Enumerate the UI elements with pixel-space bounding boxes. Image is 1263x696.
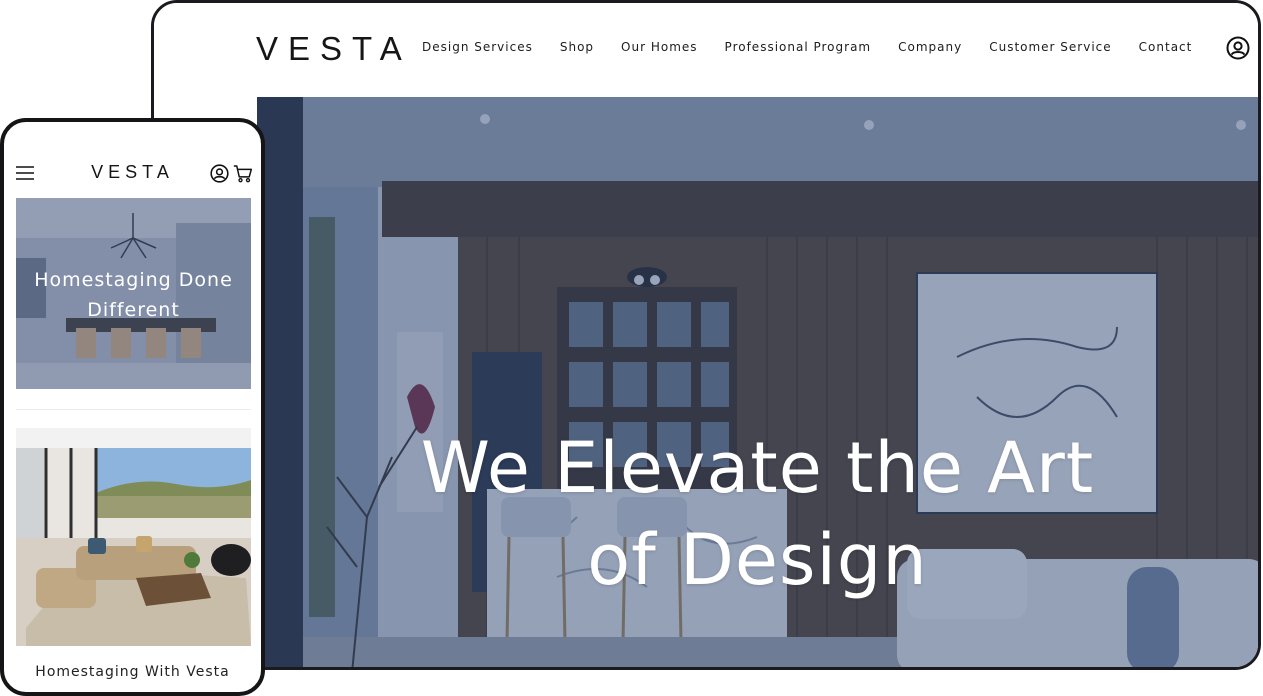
user-circle-icon[interactable] [210,164,229,183]
user-circle-icon[interactable] [1226,36,1250,60]
main-navigation: Design Services Shop Our Homes Professio… [422,40,1219,54]
hero-headline: We Elevate the Art of Design [257,422,1258,606]
nav-customer-service[interactable]: Customer Service [989,40,1111,54]
mobile-header: VESTA [4,122,261,200]
nav-company[interactable]: Company [898,40,962,54]
nav-shop[interactable]: Shop [560,40,594,54]
hero-banner: We Elevate the Art of Design [257,97,1258,667]
nav-design-services[interactable]: Design Services [422,40,533,54]
nav-contact[interactable]: Contact [1139,40,1193,54]
site-logo[interactable]: VESTA [256,30,412,68]
nav-professional-program[interactable]: Professional Program [725,40,872,54]
divider [16,409,251,410]
shopping-cart-icon[interactable] [233,164,253,183]
hero-headline-line2: of Design [587,518,928,601]
desktop-header: VESTA Design Services Shop Our Homes Pro… [154,3,1258,97]
homestaging-with-vesta-card[interactable] [16,428,251,646]
card1-title-line1: Homestaging Done [34,269,233,291]
card2-title[interactable]: Homestaging With Vesta [4,664,261,680]
homestaging-done-different-card[interactable]: Homestaging Done Different [16,198,251,389]
living-room-photo [16,428,251,646]
desktop-device-frame: VESTA Design Services Shop Our Homes Pro… [151,0,1261,670]
mobile-device-frame: VESTA Homestaging Done Different Homesta… [0,118,265,696]
hero-headline-line1: We Elevate the Art [420,426,1095,509]
card1-title: Homestaging Done Different [16,265,251,325]
nav-our-homes[interactable]: Our Homes [621,40,698,54]
card1-title-line2: Different [87,299,180,321]
